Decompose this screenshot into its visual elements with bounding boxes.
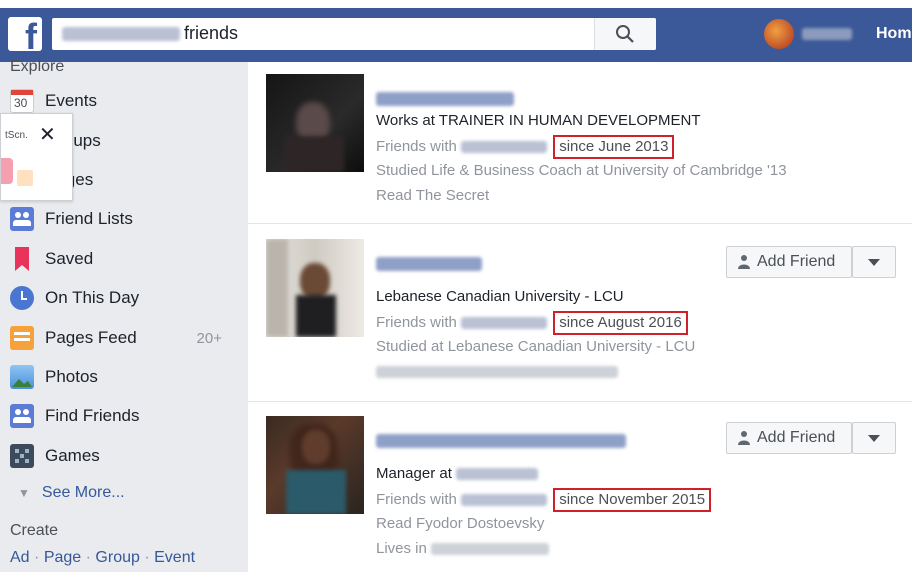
sidebar-item-friend-lists[interactable]: Friend Lists	[8, 203, 240, 235]
search-input[interactable]: friends	[52, 18, 656, 50]
create-group-link[interactable]: Group	[95, 549, 139, 566]
sidebar-item-label: Photos	[45, 367, 98, 386]
friend-photo[interactable]	[266, 239, 364, 337]
friends-with-line: Friends with since August 2016	[376, 311, 688, 335]
friend-education: Studied Life & Business Coach at Univers…	[376, 162, 787, 179]
friends-since-highlight: since August 2016	[553, 311, 688, 335]
sidebar-item-label: On This Day	[45, 288, 140, 307]
friend-photo[interactable]	[266, 416, 364, 514]
sidebar-item-saved[interactable]: Saved	[8, 243, 240, 275]
popup-thumbnail	[1, 158, 13, 184]
top-bar: f friends Hom	[0, 0, 912, 62]
profile-avatar[interactable]	[764, 19, 794, 49]
search-icon	[616, 25, 634, 43]
sidebar-item-label: Saved	[45, 249, 94, 268]
popup-pages-icon	[17, 170, 33, 186]
friend-lists-icon	[10, 207, 34, 231]
friend-reading: Read Fyodor Dostoevsky	[376, 515, 545, 532]
search-prefix-blurred	[62, 27, 180, 42]
facebook-logo-icon[interactable]: f	[8, 17, 42, 55]
friends-list: Works at TRAINER IN HUMAN DEVELOPMENT Fr…	[248, 62, 912, 572]
dropdown-arrow-icon	[868, 259, 880, 266]
create-page-link[interactable]: Page	[44, 549, 81, 566]
sidebar-item-label: Find Friends	[45, 406, 140, 425]
friends-since-highlight: since June 2013	[553, 135, 675, 159]
friends-with-line: Friends with since November 2015	[376, 488, 712, 512]
sidebar-item-label: Friend Lists	[45, 209, 133, 228]
search-button[interactable]	[594, 18, 656, 50]
sidebar-item-on-this-day[interactable]: On This Day	[8, 282, 240, 314]
sidebar-item-label: Games	[45, 446, 100, 465]
friend-education: Studied at Lebanese Canadian University …	[376, 338, 696, 355]
calendar-icon: 30	[10, 89, 34, 113]
popup-badge: tScn.	[5, 130, 28, 141]
friends-with-line: Friends with since June 2013	[376, 135, 675, 159]
sidebar-item-label: Events	[45, 91, 97, 110]
create-links: Ad · Page · Group · Event	[10, 549, 196, 566]
see-more-link[interactable]: ▼ See More...	[18, 484, 125, 502]
friends-since-highlight: since November 2015	[553, 488, 712, 512]
friend-name-blurred[interactable]	[376, 432, 626, 452]
sidebar-item-label: Pages Feed	[45, 328, 137, 347]
sidebar-item-pages-feed[interactable]: Pages Feed 20+	[8, 322, 240, 354]
add-friend-button[interactable]: Add Friend	[726, 422, 852, 454]
chat-popup[interactable]: tScn. ✕	[0, 113, 73, 201]
chevron-down-icon: ▼	[18, 486, 30, 500]
home-link[interactable]: Hom	[876, 25, 912, 43]
more-options-button[interactable]	[852, 422, 896, 454]
add-friend-button[interactable]: Add Friend	[726, 246, 852, 278]
more-options-button[interactable]	[852, 246, 896, 278]
friend-name-blurred[interactable]	[376, 255, 482, 275]
friend-name-blurred[interactable]	[376, 90, 514, 110]
add-friend-icon	[738, 255, 750, 269]
find-friends-icon	[10, 404, 34, 428]
create-event-link[interactable]: Event	[154, 549, 195, 566]
friend-reading: Read The Secret	[376, 187, 490, 204]
friend-photo[interactable]	[266, 74, 364, 172]
add-friend-icon	[738, 431, 750, 445]
see-more-label: See More...	[41, 484, 125, 501]
friend-location-blurred	[376, 363, 618, 380]
create-ad-link[interactable]: Ad	[10, 549, 30, 566]
sidebar-item-photos[interactable]: Photos	[8, 361, 240, 393]
clock-icon	[10, 286, 34, 310]
friend-work: Manager at	[376, 465, 539, 482]
sidebar-item-find-friends[interactable]: Find Friends	[8, 400, 240, 432]
friend-work: Works at TRAINER IN HUMAN DEVELOPMENT	[376, 112, 701, 129]
friend-work: Lebanese Canadian University - LCU	[376, 288, 624, 305]
search-query-text: friends	[62, 23, 238, 44]
divider	[248, 401, 912, 402]
bookmark-icon	[10, 247, 34, 271]
profile-name-blurred[interactable]	[802, 28, 852, 40]
create-heading: Create	[10, 522, 59, 539]
pages-feed-icon	[10, 326, 34, 350]
search-query: friends	[184, 23, 239, 43]
dropdown-arrow-icon	[868, 435, 880, 442]
photos-icon	[10, 365, 34, 389]
explore-heading: Explore	[10, 58, 65, 75]
sidebar-item-games[interactable]: Games	[8, 440, 240, 472]
friend-location: Lives in	[376, 540, 550, 557]
games-icon	[10, 444, 34, 468]
pages-feed-count: 20+	[196, 330, 222, 347]
close-icon[interactable]: ✕	[39, 122, 56, 147]
divider	[248, 223, 912, 224]
